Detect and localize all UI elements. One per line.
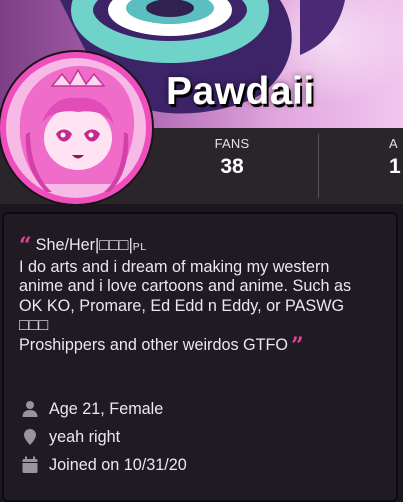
calendar-icon [21, 456, 39, 474]
open-quote-icon: “ [19, 233, 32, 259]
bio-pronouns-suffix: PL [132, 241, 147, 253]
bio-pronouns: She/Her|□□□| [35, 236, 133, 254]
joined-row: Joined on 10/31/20 [21, 454, 187, 476]
bio-line: □□□ [19, 316, 49, 334]
fans-count: 38 [220, 155, 244, 178]
bio-line: I do arts and i dream of making my weste… [19, 257, 330, 276]
bio-line: Proshippers and other weirdos GTFO” [19, 332, 389, 359]
close-quote-icon: ” [291, 332, 304, 359]
person-icon [21, 400, 39, 418]
display-name: Pawdaii [166, 70, 315, 113]
joined-text: Joined on 10/31/20 [49, 455, 187, 474]
fans-label: FANS [214, 136, 250, 151]
secondary-stat-label: A [389, 136, 398, 151]
bio-card: “She/Her|□□□|PL I do arts and i dream of… [2, 212, 398, 502]
location-row: yeah right [21, 426, 120, 448]
bio-line: “She/Her|□□□|PL [19, 233, 389, 259]
fans-stat[interactable]: FANS 38 [182, 136, 282, 179]
avatar[interactable] [0, 52, 152, 204]
location-text: yeah right [49, 427, 121, 446]
bio-warning: Proshippers and other weirdos GTFO [19, 335, 289, 354]
location-pin-icon [21, 428, 39, 446]
age-gender-row: Age 21, Female [21, 398, 163, 420]
bio-text: “She/Her|□□□|PL I do arts and i dream of… [19, 233, 389, 359]
age-gender-text: Age 21, Female [49, 399, 164, 418]
bio-line: anime and i love cartoons and anime. Suc… [19, 277, 352, 295]
secondary-stat[interactable]: A 1 [389, 136, 401, 179]
bio-line: OK KO, Promare, Ed Edd n Eddy, or PASWG [19, 296, 345, 315]
stats-divider [318, 134, 319, 198]
secondary-stat-value: 1 [389, 155, 401, 178]
